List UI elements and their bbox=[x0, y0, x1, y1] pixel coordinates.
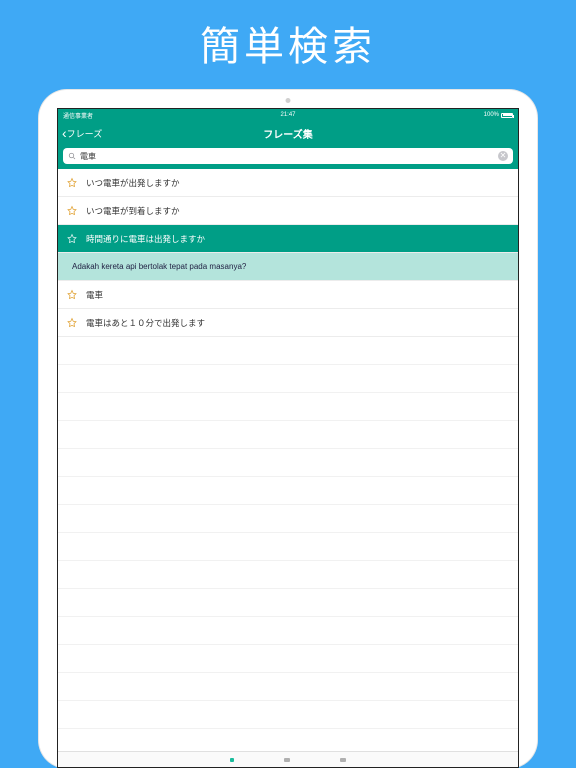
search-icon bbox=[68, 152, 76, 160]
tab-item-active[interactable] bbox=[230, 758, 234, 762]
phrase-row[interactable]: いつ電車が出発しますか bbox=[58, 169, 518, 197]
star-icon[interactable] bbox=[66, 205, 78, 217]
phrase-row[interactable]: 時間通りに電車は出発しますか bbox=[58, 225, 518, 253]
status-bar: 通信事業者 21:47 100% bbox=[58, 109, 518, 121]
search-query-text: 電車 bbox=[80, 151, 498, 162]
star-icon[interactable] bbox=[66, 177, 78, 189]
promo-title: 簡単検索 bbox=[200, 14, 376, 72]
star-icon[interactable] bbox=[66, 233, 78, 245]
empty-rows bbox=[58, 337, 518, 729]
translation-row[interactable]: Adakah kereta api bertolak tepat pada ma… bbox=[58, 253, 518, 281]
star-icon[interactable] bbox=[66, 289, 78, 301]
back-label: フレーズ bbox=[67, 127, 103, 140]
clock-label: 21:47 bbox=[280, 112, 295, 118]
carrier-label: 通信事業者 bbox=[63, 111, 93, 120]
battery-icon bbox=[501, 113, 513, 118]
tab-bar bbox=[58, 751, 518, 767]
tab-item[interactable] bbox=[340, 758, 346, 762]
search-input[interactable]: 電車 ✕ bbox=[63, 148, 513, 164]
battery-percent: 100% bbox=[484, 112, 499, 118]
row-text: 時間通りに電車は出発しますか bbox=[86, 233, 205, 245]
tab-item[interactable] bbox=[284, 758, 290, 762]
clear-search-button[interactable]: ✕ bbox=[498, 151, 508, 161]
phrase-row[interactable]: 電車 bbox=[58, 281, 518, 309]
row-text: いつ電車が到着しますか bbox=[86, 205, 180, 217]
promo-background: 簡単検索 通信事業者 21:47 100% ‹ フレーズ フレーズ集 bbox=[0, 0, 576, 768]
results-list[interactable]: いつ電車が出発しますかいつ電車が到着しますか時間通りに電車は出発しますか Adak… bbox=[58, 169, 518, 751]
app-screen: 通信事業者 21:47 100% ‹ フレーズ フレーズ集 bbox=[57, 108, 519, 768]
device-camera-dot bbox=[286, 98, 291, 103]
nav-bar: ‹ フレーズ フレーズ集 bbox=[58, 121, 518, 145]
ipad-device-frame: 通信事業者 21:47 100% ‹ フレーズ フレーズ集 bbox=[39, 90, 537, 768]
phrase-row[interactable]: 電車はあと１０分で出発します bbox=[58, 309, 518, 337]
battery-indicator: 100% bbox=[484, 112, 513, 118]
row-text: Adakah kereta api bertolak tepat pada ma… bbox=[72, 262, 246, 271]
search-bar: 電車 ✕ bbox=[58, 145, 518, 169]
row-text: 電車 bbox=[86, 289, 103, 301]
row-text: いつ電車が出発しますか bbox=[86, 177, 180, 189]
row-text: 電車はあと１０分で出発します bbox=[86, 317, 205, 329]
phrase-row[interactable]: いつ電車が到着しますか bbox=[58, 197, 518, 225]
page-title: フレーズ集 bbox=[263, 126, 313, 141]
back-button[interactable]: ‹ フレーズ bbox=[62, 126, 102, 140]
star-icon[interactable] bbox=[66, 317, 78, 329]
